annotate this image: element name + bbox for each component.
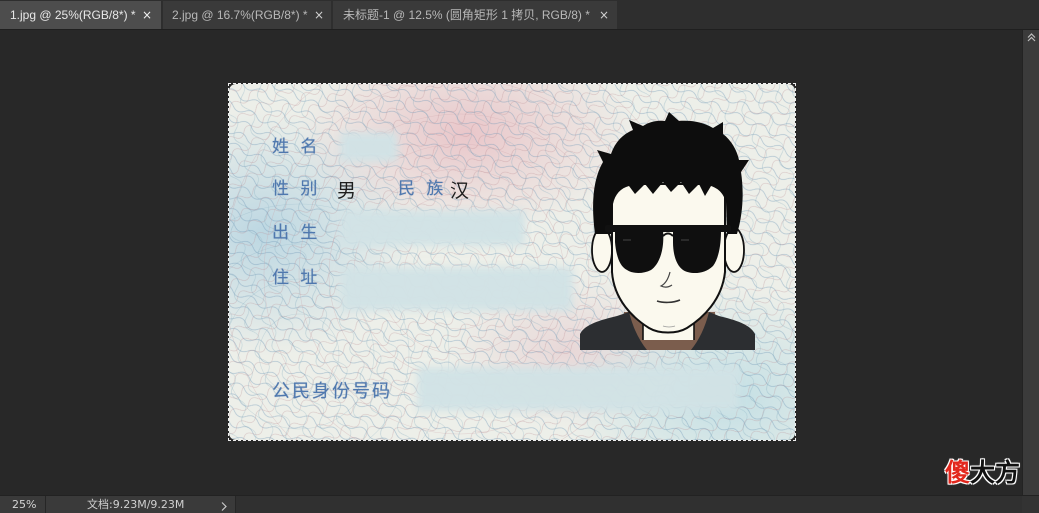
watermark-first-char: 傻 [945,458,971,487]
tab-1-jpg[interactable]: 1.jpg @ 25%(RGB/8*) * × [0,1,161,29]
redacted-address-field [341,267,573,311]
document-info: 文档:9.23M/9.23M [87,498,185,511]
label-ethnicity: 民 族 [398,179,447,199]
label-gender: 性 别 [272,179,321,199]
photoshop-window: 1.jpg @ 25%(RGB/8*) * × 2.jpg @ 16.7%(RG… [0,0,1039,513]
close-icon[interactable]: × [142,1,152,29]
redacted-birth-field [341,210,525,246]
label-id-number: 公民身份号码 [272,381,392,402]
watermark-rest: 大方 [970,458,1021,487]
label-birth: 出 生 [272,223,321,243]
id-card-image: 姓 名 性 别 男 民 族 汉 出 生 住 址 公民身份号码 [229,84,795,440]
close-icon[interactable]: × [599,1,609,29]
tab-label: 1.jpg @ 25%(RGB/8*) * [10,8,136,22]
watermark-logo: 傻大方 [945,460,1020,485]
status-bar: 25% 文档:9.23M/9.23M [0,495,1039,513]
scrollbar-corner [1022,496,1039,513]
left-ear [591,227,613,273]
label-address: 住 址 [272,268,321,288]
redacted-id-number-field [417,367,739,411]
tab-2-jpg[interactable]: 2.jpg @ 16.7%(RGB/8*) * × [163,1,331,29]
redacted-name-field [340,132,398,162]
value-ethnicity: 汉 [450,180,470,202]
horizontal-scrollbar[interactable] [235,496,1022,513]
document-tab-bar: 1.jpg @ 25%(RGB/8*) * × 2.jpg @ 16.7%(RG… [0,0,1039,30]
chevron-right-icon[interactable] [219,499,229,511]
tab-untitled-1[interactable]: 未标题-1 @ 12.5% (圆角矩形 1 拷贝, RGB/8) * × [333,1,617,29]
right-ear [723,227,745,273]
tab-label: 未标题-1 @ 12.5% (圆角矩形 1 拷贝, RGB/8) * [343,8,590,22]
label-name: 姓 名 [272,137,321,157]
value-gender: 男 [337,180,357,202]
zoom-level-field[interactable]: 25% [0,496,46,513]
vertical-scrollbar[interactable] [1022,30,1039,495]
document-canvas[interactable]: 姓 名 性 别 男 民 族 汉 出 生 住 址 公民身份号码 [0,30,1022,495]
close-icon[interactable]: × [314,1,324,29]
tab-label: 2.jpg @ 16.7%(RGB/8*) * [172,8,308,22]
double-chevron-icon[interactable] [1024,31,1039,43]
